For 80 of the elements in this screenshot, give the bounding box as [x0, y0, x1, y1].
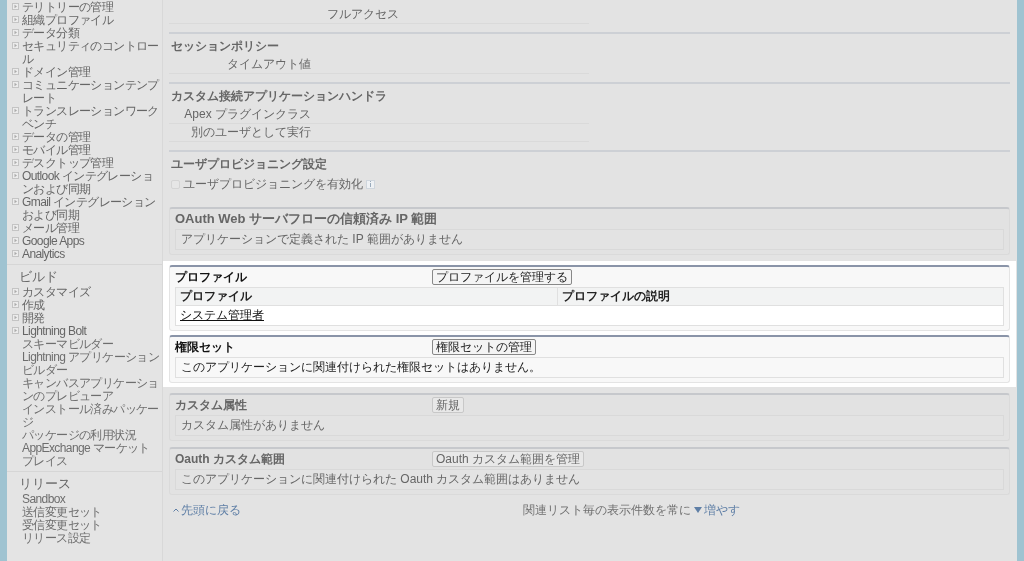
- related-list-title: Oauth カスタム範囲: [175, 451, 286, 468]
- sidebar-item[interactable]: テリトリーの管理: [22, 1, 114, 14]
- sidebar-item[interactable]: データ分類: [22, 27, 79, 40]
- sidebar-item[interactable]: 作成: [22, 299, 45, 312]
- manage-button[interactable]: プロファイルを管理する: [432, 269, 572, 285]
- related-list-title: カスタム属性: [175, 397, 248, 414]
- section-heading: セッションポリシー: [170, 38, 280, 55]
- expand-icon[interactable]: [12, 327, 19, 334]
- expand-icon[interactable]: [12, 301, 19, 308]
- column-header: プロファイルの説明: [562, 289, 670, 303]
- expand-icon[interactable]: [12, 16, 19, 23]
- empty-message: このアプリケーションに関連付けられた Oauth カスタム範囲はありません: [181, 472, 581, 486]
- sidebar-item[interactable]: 開発: [22, 312, 45, 325]
- field-value: フルアクセス: [327, 7, 399, 21]
- expand-icon[interactable]: [12, 3, 19, 10]
- triangle-down-icon: [694, 507, 702, 513]
- sidebar-heading: ビルド: [18, 268, 59, 285]
- sidebar-item[interactable]: データの管理: [22, 131, 91, 144]
- manage-button[interactable]: Oauth カスタム範囲を管理: [432, 451, 585, 467]
- expand-icon[interactable]: [12, 288, 19, 295]
- manage-button[interactable]: 権限セットの管理: [432, 339, 536, 355]
- field-label: 別のユーザとして実行: [191, 125, 311, 139]
- info-icon[interactable]: [366, 179, 375, 189]
- sidebar-link[interactable]: キャンバスアプリケーションのプレビューア: [7, 377, 162, 403]
- caret-up-icon: [173, 508, 179, 512]
- related-list-title: OAuth Web サーバフローの信頼済み IP 範囲: [175, 210, 438, 229]
- sidebar-item[interactable]: ドメイン管理: [22, 66, 91, 79]
- sidebar-item[interactable]: 組織プロファイル: [22, 14, 114, 27]
- sidebar-item[interactable]: Gmail インテグレーションおよび同期: [22, 196, 161, 222]
- sidebar-link[interactable]: リリース設定: [7, 532, 162, 545]
- expand-icon[interactable]: [12, 29, 19, 36]
- sidebar-item[interactable]: トランスレーションワークベンチ: [22, 105, 161, 131]
- expand-icon[interactable]: [12, 159, 19, 166]
- empty-message: このアプリケーションに関連付けられた権限セットはありません。: [181, 360, 541, 374]
- sidebar-item[interactable]: Google Apps: [22, 235, 85, 248]
- expand-icon[interactable]: [12, 237, 19, 244]
- expand-icon[interactable]: [12, 68, 19, 75]
- sidebar-link[interactable]: Sandbox: [7, 493, 162, 506]
- expand-icon[interactable]: [12, 250, 19, 257]
- profile-link[interactable]: システム管理者: [180, 308, 264, 322]
- sidebar-link[interactable]: パッケージの利用状況: [7, 429, 162, 442]
- sidebar-link[interactable]: AppExchange マーケットプレイス: [7, 442, 162, 468]
- expand-icon[interactable]: [12, 198, 19, 205]
- sidebar-item[interactable]: Lightning Bolt: [22, 325, 87, 338]
- expand-icon[interactable]: [12, 81, 19, 88]
- section-heading: ユーザプロビジョニング設定: [170, 156, 328, 173]
- sidebar-link[interactable]: 送信変更セット: [7, 506, 162, 519]
- sidebar-item[interactable]: Analytics: [22, 248, 65, 261]
- expand-icon[interactable]: [12, 133, 19, 140]
- sidebar-heading: リリース: [18, 475, 72, 492]
- back-to-top-link[interactable]: 先頭に戻る: [173, 501, 523, 519]
- checkbox-label: ユーザプロビジョニングを有効化: [183, 176, 363, 193]
- sidebar-item[interactable]: セキュリティのコントロール: [22, 40, 161, 66]
- sidebar-link[interactable]: インストール済みパッケージ: [7, 403, 162, 429]
- sidebar-item[interactable]: デスクトップ管理: [22, 157, 114, 170]
- footer-text: 関連リスト毎の表示件数を常に: [523, 502, 691, 519]
- sidebar-item[interactable]: モバイル管理: [22, 144, 91, 157]
- sidebar-link[interactable]: 受信変更セット: [7, 519, 162, 532]
- related-list-title: プロファイル: [175, 269, 248, 286]
- section-heading: カスタム接続アプリケーションハンドラ: [170, 88, 388, 105]
- sidebar-link[interactable]: スキーマビルダー: [7, 338, 162, 351]
- related-list-title: 権限セット: [175, 339, 236, 356]
- sidebar-item[interactable]: Outlook インテグレーションおよび同期: [22, 170, 161, 196]
- manage-button[interactable]: 新規: [432, 397, 464, 413]
- show-more-link[interactable]: 増やす: [694, 501, 740, 519]
- field-label: タイムアウト値: [227, 57, 311, 71]
- sidebar-item[interactable]: メール管理: [22, 222, 79, 235]
- sidebar-item[interactable]: カスタマイズ: [22, 286, 91, 299]
- sidebar-item[interactable]: コミュニケーションテンプレート: [22, 79, 161, 105]
- expand-icon[interactable]: [12, 146, 19, 153]
- empty-message: カスタム属性がありません: [181, 418, 325, 432]
- sidebar-link[interactable]: Lightning アプリケーションビルダー: [7, 351, 162, 377]
- expand-icon[interactable]: [12, 107, 19, 114]
- empty-message: アプリケーションで定義された IP 範囲がありません: [181, 232, 463, 246]
- expand-icon[interactable]: [12, 314, 19, 321]
- expand-icon[interactable]: [12, 224, 19, 231]
- field-label: Apex プラグインクラス: [184, 107, 311, 121]
- expand-icon[interactable]: [12, 172, 19, 179]
- expand-icon[interactable]: [12, 42, 19, 49]
- column-header: プロファイル: [180, 289, 252, 303]
